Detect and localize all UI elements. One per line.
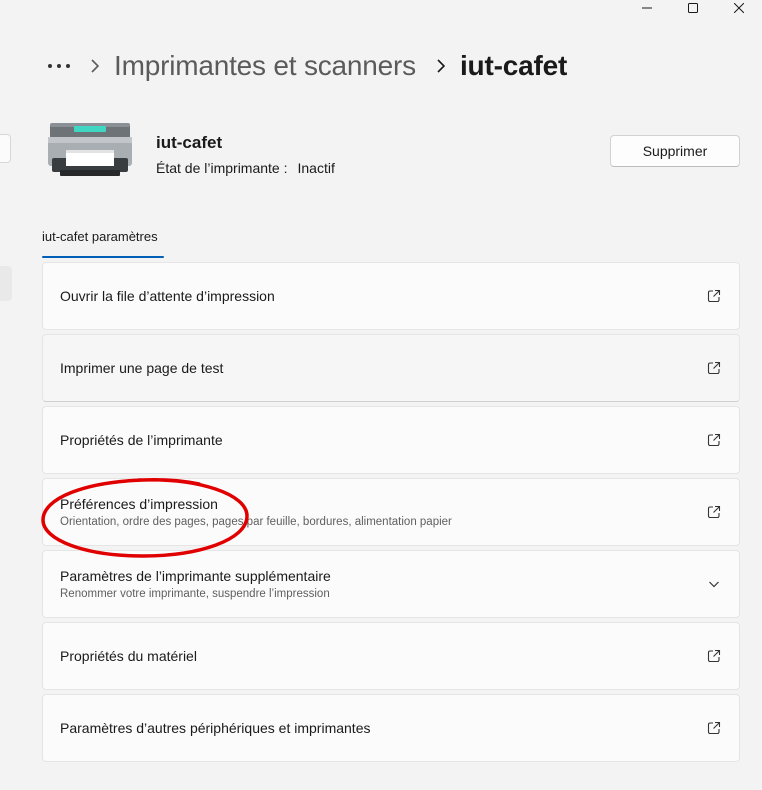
breadcrumb-more-button[interactable] <box>44 51 74 81</box>
card-title: Ouvrir la file d’attente d’impression <box>60 288 275 304</box>
card-title: Paramètres de l’imprimante supplémentair… <box>60 568 331 584</box>
chevron-right-icon <box>88 59 102 73</box>
card-title: Imprimer une page de test <box>60 360 224 376</box>
printing-preferences-card[interactable]: Préférences d’impression Orientation, or… <box>42 478 740 546</box>
printer-icon <box>48 123 132 176</box>
card-title: Propriétés du matériel <box>60 648 197 664</box>
card-title: Propriétés de l’imprimante <box>60 432 223 448</box>
remove-printer-button[interactable]: Supprimer <box>610 135 740 167</box>
maximize-icon <box>688 3 698 13</box>
open-external-icon <box>707 289 721 303</box>
card-subtitle: Renommer votre imprimante, suspendre l’i… <box>60 588 330 600</box>
open-external-icon <box>707 649 721 663</box>
hardware-properties-card[interactable]: Propriétés du matériel <box>42 622 740 690</box>
additional-printer-settings-card[interactable]: Paramètres de l’imprimante supplémentair… <box>42 550 740 618</box>
open-external-icon <box>707 505 721 519</box>
card-title: Paramètres d’autres périphériques et imp… <box>60 720 371 736</box>
chevron-right-icon <box>434 59 448 73</box>
breadcrumb-printers-link[interactable]: Imprimantes et scanners <box>114 50 416 82</box>
sidebar-selected-item-edge[interactable] <box>0 266 12 301</box>
printer-properties-card[interactable]: Propriétés de l’imprimante <box>42 406 740 474</box>
printer-status-label: État de l’imprimante : <box>156 160 288 176</box>
minimize-button[interactable] <box>624 0 670 16</box>
open-external-icon <box>707 361 721 375</box>
card-subtitle: Orientation, ordre des pages, pages par … <box>60 516 452 528</box>
printer-name: iut-cafet <box>156 133 223 152</box>
card-title: Préférences d’impression <box>60 496 218 512</box>
chevron-down-icon[interactable] <box>707 577 721 591</box>
settings-list: Ouvrir la file d’attente d’impression Im… <box>42 262 740 766</box>
more-horizontal-icon <box>48 64 70 68</box>
breadcrumb: Imprimantes et scanners iut-cafet <box>44 44 567 88</box>
close-button[interactable] <box>716 0 762 16</box>
open-external-icon <box>707 433 721 447</box>
print-test-page-card[interactable]: Imprimer une page de test <box>42 334 740 402</box>
settings-section-tab[interactable]: iut-cafet paramètres <box>42 229 158 244</box>
minimize-icon <box>642 7 652 9</box>
page-title: iut-cafet <box>459 50 568 81</box>
close-icon <box>734 3 744 13</box>
sidebar-search-edge[interactable] <box>0 134 11 163</box>
window-controls <box>624 0 762 16</box>
tab-underline <box>42 256 164 258</box>
printer-status: État de l’imprimante : Inactif <box>156 160 335 176</box>
printer-status-value: Inactif <box>297 160 335 176</box>
other-devices-settings-card[interactable]: Paramètres d’autres périphériques et imp… <box>42 694 740 762</box>
maximize-button[interactable] <box>670 0 716 16</box>
open-external-icon <box>707 721 721 735</box>
open-print-queue-card[interactable]: Ouvrir la file d’attente d’impression <box>42 262 740 330</box>
